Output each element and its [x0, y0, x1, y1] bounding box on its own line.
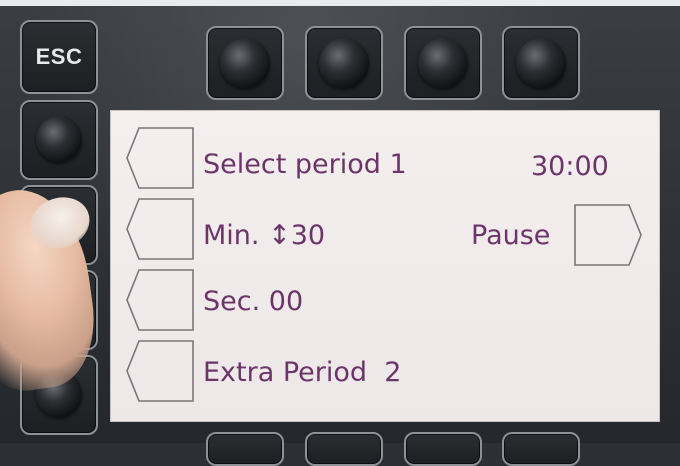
top-key-1-knob: [220, 38, 270, 88]
softkey-left-1-outline: [126, 127, 194, 189]
top-key-3-knob: [418, 38, 468, 88]
esc-label: ESC: [35, 44, 83, 69]
top-key-4[interactable]: [502, 26, 580, 100]
top-key-3[interactable]: [404, 26, 482, 100]
select-period-label: Select period 1: [203, 149, 407, 180]
softkey-left-3[interactable]: [125, 268, 195, 332]
left-key-1[interactable]: [20, 100, 98, 180]
pause-label: Pause: [471, 220, 551, 251]
softkey-right-pause-outline: [574, 204, 642, 266]
top-key-2[interactable]: [305, 26, 383, 100]
period-time-value: 30:00: [531, 151, 609, 182]
softkey-left-2-outline: [126, 198, 194, 260]
seconds-label: Sec. 00: [203, 286, 304, 317]
extra-period-label: Extra Period 2: [203, 357, 402, 388]
softkey-left-4[interactable]: [125, 339, 195, 403]
lcd-screen: Select period 1 30:00 Min. ↕30 Pause Sec…: [110, 110, 660, 422]
top-key-4-knob: [516, 38, 566, 88]
bottom-key-2[interactable]: [305, 432, 383, 466]
softkey-right-pause[interactable]: [573, 203, 643, 267]
bottom-key-4[interactable]: [502, 432, 580, 466]
top-key-2-knob: [319, 38, 369, 88]
softkey-left-4-outline: [126, 340, 194, 402]
left-key-1-knob: [36, 116, 82, 162]
softkey-left-3-outline: [126, 269, 194, 331]
bottom-key-3[interactable]: [404, 432, 482, 466]
softkey-left-1[interactable]: [125, 126, 195, 190]
minutes-label: Min. ↕30: [203, 220, 326, 251]
esc-button[interactable]: ESC: [20, 20, 98, 94]
top-edge: [0, 0, 680, 6]
bottom-key-1[interactable]: [206, 432, 284, 466]
top-key-1[interactable]: [206, 26, 284, 100]
device-panel: ESC Select period 1 30:00 Min. ↕30 Pause…: [0, 0, 680, 466]
softkey-left-2[interactable]: [125, 197, 195, 261]
